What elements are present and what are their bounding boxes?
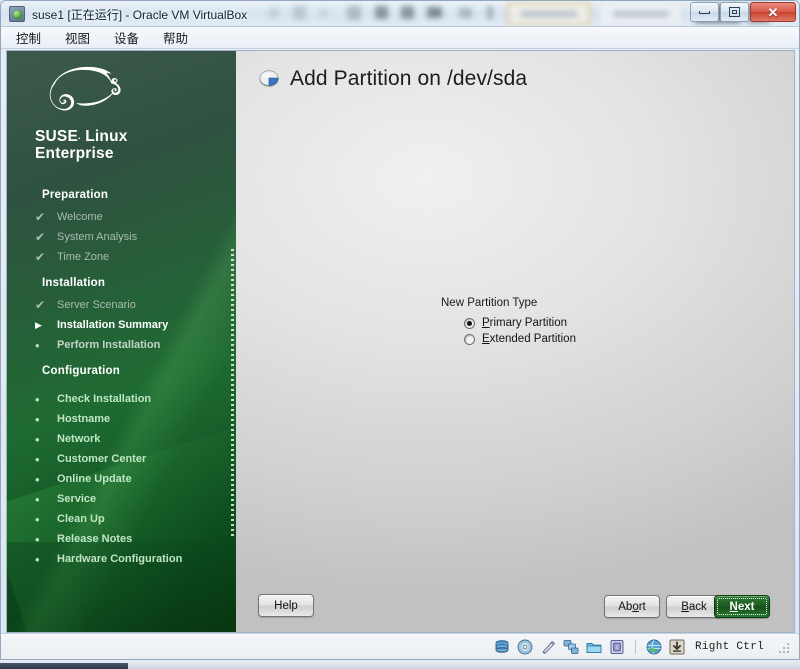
virtualbox-window: suse1 [正在运行] - Oracle VM VirtualBox ✕ 控制…: [0, 0, 800, 660]
radio-primary-partition[interactable]: [464, 318, 475, 329]
floppy-disk-icon[interactable]: [540, 639, 556, 655]
disk-partition-icon: [258, 68, 280, 90]
bullet-icon: •: [35, 415, 57, 425]
abort-button-label: Abort: [618, 601, 646, 613]
menu-devices[interactable]: 设备: [111, 27, 142, 48]
next-button[interactable]: Next: [714, 595, 770, 618]
focus-ring: [717, 598, 767, 615]
window-title: suse1 [正在运行] - Oracle VM VirtualBox: [32, 6, 247, 23]
installer-steps-nav: Preparation ✔ Welcome ✔ System Analysis …: [35, 189, 235, 570]
sidebar-item-network: • Network: [35, 430, 235, 449]
section-heading-preparation: Preparation: [42, 189, 235, 201]
bullet-icon: •: [35, 495, 57, 505]
group-label-new-partition-type: New Partition Type: [441, 297, 794, 309]
menu-control[interactable]: 控制: [13, 27, 44, 48]
sidebar-item-service: • Service: [35, 490, 235, 509]
bullet-icon: •: [35, 555, 57, 565]
remote-display-icon[interactable]: [646, 639, 662, 655]
bullet-icon: •: [35, 535, 57, 545]
close-button[interactable]: ✕: [750, 2, 796, 22]
virtualbox-icon: [9, 6, 25, 22]
bullet-icon: •: [35, 395, 57, 405]
radio-option-primary-partition[interactable]: Primary Partition: [464, 316, 794, 330]
abort-button[interactable]: Abort: [604, 595, 660, 618]
hard-disk-icon[interactable]: [494, 639, 510, 655]
network-adapter-icon[interactable]: [563, 639, 579, 655]
suse-branding: SUSE. Linux Enterprise: [35, 63, 215, 162]
virtualbox-statusbar: Right Ctrl: [1, 633, 800, 659]
brand-line1: SUSE: [35, 128, 78, 145]
radio-label-primary-partition: Primary Partition: [482, 317, 567, 329]
menubar: 控制 视图 设备 帮助: [1, 27, 799, 49]
minimize-button[interactable]: [690, 2, 719, 22]
arrow-right-icon: ▶: [35, 316, 57, 335]
section-heading-configuration: Configuration: [42, 365, 235, 377]
bullet-icon: •: [35, 341, 57, 351]
optical-disk-icon[interactable]: [517, 639, 533, 655]
section-heading-installation: Installation: [42, 277, 235, 289]
sidebar-item-perform-installation: • Perform Installation: [35, 336, 235, 355]
sidebar-item-customer-center: • Customer Center: [35, 450, 235, 469]
sidebar-item-hardware-configuration: • Hardware Configuration: [35, 550, 235, 569]
brand-line2: Enterprise: [35, 145, 114, 162]
taskbar-strip: [0, 663, 128, 669]
brand-text: SUSE. Linux Enterprise: [35, 128, 215, 162]
radio-label-extended-partition: Extended Partition: [482, 333, 576, 345]
radio-option-extended-partition[interactable]: Extended Partition: [464, 332, 794, 346]
sidebar-item-hostname: • Hostname: [35, 410, 235, 429]
bullet-icon: •: [35, 475, 57, 485]
titlebar-left-group: suse1 [正在运行] - Oracle VM VirtualBox: [9, 1, 247, 27]
sidebar-item-server-scenario: ✔ Server Scenario: [35, 296, 235, 315]
sidebar-item-check-installation: • Check Installation: [35, 390, 235, 409]
sidebar-item-clean-up: • Clean Up: [35, 510, 235, 529]
sidebar-item-online-update: • Online Update: [35, 470, 235, 489]
brand-line1b: Linux: [81, 128, 128, 145]
window-controls: ✕: [690, 2, 796, 22]
host-key-capture-icon[interactable]: [669, 639, 685, 655]
guest-screen: SUSE. Linux Enterprise Preparation ✔ Wel…: [6, 50, 795, 633]
close-icon: ✕: [768, 6, 779, 19]
bullet-icon: •: [35, 515, 57, 525]
help-button-label: Help: [274, 600, 298, 612]
installer-sidebar: SUSE. Linux Enterprise Preparation ✔ Wel…: [7, 51, 236, 632]
page-title: Add Partition on /dev/sda: [290, 67, 527, 91]
partition-type-form: New Partition Type Primary Partition Ext…: [236, 297, 794, 348]
dialog-button-bar: Help Abort Back Next: [236, 594, 794, 618]
bullet-icon: •: [35, 455, 57, 465]
sidebar-item-release-notes: • Release Notes: [35, 530, 235, 549]
sidebar-item-system-analysis: ✔ System Analysis: [35, 228, 235, 247]
radio-extended-partition[interactable]: [464, 334, 475, 345]
page-header: Add Partition on /dev/sda: [258, 67, 527, 91]
sidebar-item-welcome: ✔ Welcome: [35, 208, 235, 227]
statusbar-separator: [635, 640, 636, 654]
host-key-label: Right Ctrl: [695, 641, 764, 653]
menu-help[interactable]: 帮助: [160, 27, 191, 48]
shared-folder-icon[interactable]: [586, 639, 602, 655]
minimize-icon: [699, 11, 710, 14]
sidebar-item-installation-summary: ▶ Installation Summary: [35, 316, 235, 335]
resize-grip[interactable]: [777, 641, 789, 653]
check-icon: ✔: [35, 248, 57, 267]
menu-view[interactable]: 视图: [62, 27, 93, 48]
back-button-label: Back: [681, 601, 707, 613]
usb-device-icon[interactable]: [609, 639, 625, 655]
check-icon: ✔: [35, 208, 57, 227]
check-icon: ✔: [35, 296, 57, 315]
installer-main-panel: Add Partition on /dev/sda New Partition …: [236, 51, 794, 632]
suse-chameleon-logo: [41, 63, 133, 121]
help-button[interactable]: Help: [258, 594, 314, 617]
navigation-buttons: Abort Back Next: [592, 595, 772, 618]
maximize-icon: [729, 7, 740, 17]
bullet-icon: •: [35, 435, 57, 445]
window-titlebar: suse1 [正在运行] - Oracle VM VirtualBox ✕: [1, 1, 799, 27]
sidebar-item-time-zone: ✔ Time Zone: [35, 248, 235, 267]
maximize-button[interactable]: [720, 2, 749, 22]
check-icon: ✔: [35, 228, 57, 247]
